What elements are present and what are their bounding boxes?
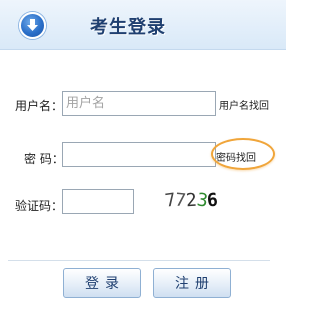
login-button[interactable]: 登录 xyxy=(63,268,141,298)
password-label: 密 码： xyxy=(24,152,64,166)
download-arrow-icon xyxy=(19,12,46,39)
captcha-input[interactable] xyxy=(62,189,134,214)
password-input[interactable] xyxy=(62,142,216,167)
username-recover-link[interactable]: 用户名找回 xyxy=(219,97,269,112)
captcha-label: 验证码： xyxy=(15,199,64,213)
login-header: 考生登录 xyxy=(0,0,286,50)
page-title: 考生登录 xyxy=(90,17,166,38)
register-button[interactable]: 注册 xyxy=(153,268,231,298)
username-input[interactable] xyxy=(62,91,216,116)
password-recover-link[interactable]: 密码找回 xyxy=(216,149,256,164)
username-label: 用户名： xyxy=(15,99,64,113)
captcha-image[interactable]: 7 7 2 3 6 xyxy=(164,187,220,213)
captcha-char: 6 xyxy=(206,189,220,211)
divider xyxy=(8,260,270,261)
